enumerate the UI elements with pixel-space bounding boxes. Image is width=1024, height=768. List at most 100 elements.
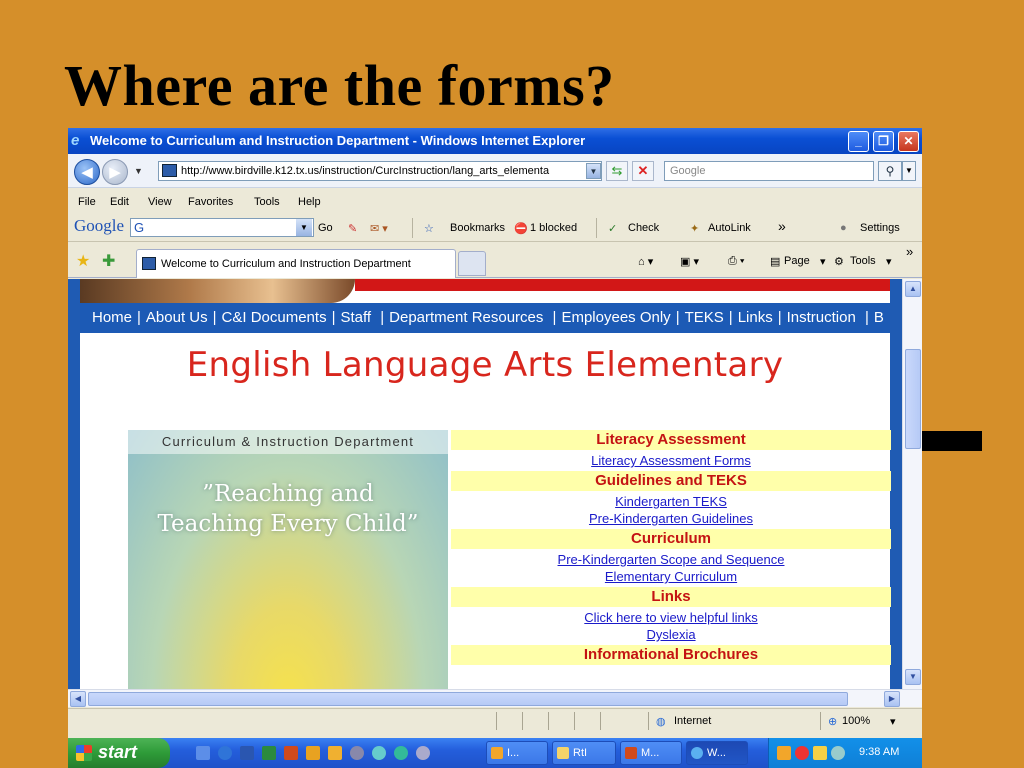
powerpoint-icon[interactable]: [284, 746, 298, 760]
minimize-button[interactable]: _: [848, 131, 869, 152]
tray-icon[interactable]: [813, 746, 827, 760]
vertical-scrollbar[interactable]: ▲ ▼: [902, 279, 922, 689]
tools-menu-button[interactable]: Tools: [850, 255, 876, 267]
quicklaunch-icon[interactable]: [328, 746, 342, 760]
start-button[interactable]: start: [68, 738, 170, 768]
quicklaunch-icon[interactable]: [416, 746, 430, 760]
tray-icon[interactable]: [795, 746, 809, 760]
link-elementary-curriculum[interactable]: Elementary Curriculum: [451, 568, 891, 585]
nav-about-us[interactable]: About Us: [146, 309, 208, 326]
url-dropdown-icon[interactable]: ▼: [586, 163, 601, 179]
quicklaunch-icon[interactable]: [394, 746, 408, 760]
history-dropdown-icon[interactable]: ▼: [134, 166, 143, 176]
print-icon[interactable]: ⎙ ▾: [728, 255, 744, 268]
picture-quote-line1: ”Reaching and: [202, 481, 374, 507]
quicklaunch-icon[interactable]: [350, 746, 364, 760]
nav-staff[interactable]: Staff: [340, 309, 371, 326]
commandbar-overflow-chevron[interactable]: »: [906, 244, 913, 259]
nav-department-resources[interactable]: Department Resources: [389, 309, 543, 326]
tray-icon[interactable]: [777, 746, 791, 760]
link-helpful-links[interactable]: Click here to view helpful links: [451, 609, 891, 626]
excel-icon[interactable]: [262, 746, 276, 760]
quicklaunch-icon[interactable]: [196, 746, 210, 760]
nav-instruction[interactable]: Instruction: [787, 309, 856, 326]
home-icon[interactable]: ⌂ ▾: [638, 255, 653, 268]
menu-view[interactable]: View: [148, 196, 172, 208]
feeds-icon[interactable]: ▣ ▾: [680, 255, 699, 268]
tab-active[interactable]: Welcome to Curriculum and Instruction De…: [136, 249, 456, 278]
section-heading-curriculum: Curriculum: [451, 529, 891, 549]
quicklaunch-icon[interactable]: [306, 746, 320, 760]
add-favorites-icon[interactable]: ✚: [102, 251, 115, 271]
nav-home[interactable]: Home: [92, 309, 132, 326]
popup-blocked-count[interactable]: 1 blocked: [530, 222, 577, 234]
page-icon: [162, 164, 177, 177]
tray-icon[interactable]: [831, 746, 845, 760]
forward-button[interactable]: ▶: [102, 159, 128, 185]
taskbar-button-label: I...: [507, 747, 520, 759]
ie-icon[interactable]: [218, 746, 232, 760]
menu-file[interactable]: File: [78, 196, 96, 208]
nav-ci-documents[interactable]: C&I Documents: [222, 309, 327, 326]
zoom-level[interactable]: 100%: [842, 715, 870, 727]
refresh-icon[interactable]: ⇆: [606, 161, 628, 181]
nav-teks[interactable]: TEKS: [685, 309, 724, 326]
search-input[interactable]: Google: [664, 161, 874, 181]
scroll-down-icon[interactable]: ▼: [905, 669, 921, 685]
google-search-dropdown-icon[interactable]: ▼: [296, 219, 312, 236]
zoom-dropdown-icon[interactable]: ▾: [890, 715, 896, 728]
taskbar-button-4[interactable]: W...: [686, 741, 748, 765]
google-logo: Google: [74, 216, 125, 235]
link-pre-k-scope-sequence[interactable]: Pre-Kindergarten Scope and Sequence: [451, 551, 891, 568]
tools-menu-dropdown-icon[interactable]: ▾: [886, 255, 892, 268]
link-literacy-assessment-forms[interactable]: Literacy Assessment Forms: [451, 452, 891, 469]
ie-icon: [691, 747, 703, 759]
back-button[interactable]: ◀: [74, 159, 100, 185]
popup-blocker-icon: ⛔: [514, 223, 528, 235]
search-dropdown-icon[interactable]: ▼: [902, 161, 916, 181]
tab-row: ★ ✚ Welcome to Curriculum and Instructio…: [68, 242, 922, 278]
new-tab-button[interactable]: [458, 251, 486, 276]
news-icon[interactable]: ✉ ▾: [370, 222, 388, 235]
clock[interactable]: 9:38 AM: [859, 746, 899, 758]
settings-button[interactable]: Settings: [860, 222, 900, 234]
nav-truncated[interactable]: B: [874, 309, 884, 326]
autolink-button[interactable]: AutoLink: [708, 222, 751, 234]
url-input[interactable]: http://www.birdville.k12.tx.us/instructi…: [158, 161, 602, 181]
link-pre-kindergarten-guidelines[interactable]: Pre-Kindergarten Guidelines: [451, 510, 891, 527]
spellcheck-button[interactable]: Check: [628, 222, 659, 234]
pagerank-icon[interactable]: ✎: [348, 222, 357, 235]
stop-icon[interactable]: ✕: [632, 161, 654, 181]
google-go-button[interactable]: Go: [318, 222, 333, 234]
toolbar-overflow-chevron[interactable]: »: [778, 218, 786, 234]
page-menu-button[interactable]: Page: [784, 255, 810, 267]
nav-links[interactable]: Links: [738, 309, 773, 326]
horizontal-scrollbar[interactable]: ◀ ▶: [68, 689, 922, 707]
nav-employees-only[interactable]: Employees Only: [561, 309, 670, 326]
google-search-input[interactable]: G: [130, 218, 314, 237]
scroll-right-icon[interactable]: ▶: [884, 691, 900, 707]
bookmarks-button[interactable]: Bookmarks: [450, 222, 505, 234]
horizontal-scroll-thumb[interactable]: [88, 692, 848, 706]
close-button[interactable]: ✕: [898, 131, 919, 152]
taskbar-button-3[interactable]: M...: [620, 741, 682, 765]
scroll-up-icon[interactable]: ▲: [905, 281, 921, 297]
menu-tools[interactable]: Tools: [254, 196, 280, 208]
window-titlebar[interactable]: e Welcome to Curriculum and Instruction …: [68, 128, 922, 154]
link-kindergarten-teks[interactable]: Kindergarten TEKS: [451, 493, 891, 510]
page-menu-dropdown-icon[interactable]: ▾: [820, 255, 826, 268]
menu-favorites[interactable]: Favorites: [188, 196, 233, 208]
search-icon[interactable]: ⚲: [878, 161, 902, 181]
vertical-scroll-thumb[interactable]: [905, 349, 921, 449]
word-icon[interactable]: [240, 746, 254, 760]
quicklaunch-icon[interactable]: [372, 746, 386, 760]
favorites-star-icon[interactable]: ★: [76, 251, 90, 271]
menu-edit[interactable]: Edit: [110, 196, 129, 208]
menu-help[interactable]: Help: [298, 196, 321, 208]
bookmarks-star-icon[interactable]: ☆: [424, 222, 434, 235]
scroll-left-icon[interactable]: ◀: [70, 691, 86, 707]
taskbar-button-1[interactable]: I...: [486, 741, 548, 765]
taskbar-button-rti[interactable]: RtI: [552, 741, 616, 765]
maximize-button[interactable]: ❐: [873, 131, 894, 152]
link-dyslexia[interactable]: Dyslexia: [451, 626, 891, 643]
